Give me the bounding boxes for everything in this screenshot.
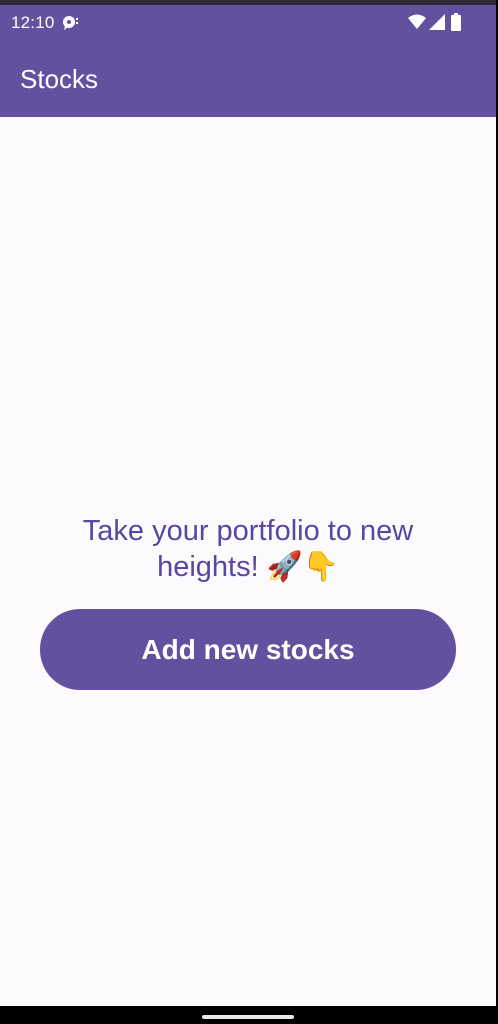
system-navigation-bar (0, 1006, 498, 1024)
app-title: Stocks (20, 64, 99, 94)
top-app-bar: Stocks (0, 44, 496, 117)
add-new-stocks-button[interactable]: Add new stocks (40, 609, 456, 690)
main-content: Take your portfolio to new heights! 🚀👇 A… (0, 117, 496, 1006)
status-icons (408, 13, 462, 33)
status-time: 12:10 (11, 13, 55, 32)
battery-icon (451, 13, 461, 31)
signal-icon (429, 14, 445, 30)
gesture-handle[interactable] (202, 1015, 294, 1019)
chat-notification-icon (62, 15, 80, 31)
status-bar: 12:10 (0, 0, 496, 44)
empty-state-message: Take your portfolio to new heights! 🚀👇 (82, 515, 414, 583)
app-screen: 12:10 Stocks Take your portfolio to new … (0, 0, 496, 1024)
wifi-icon (408, 14, 426, 30)
